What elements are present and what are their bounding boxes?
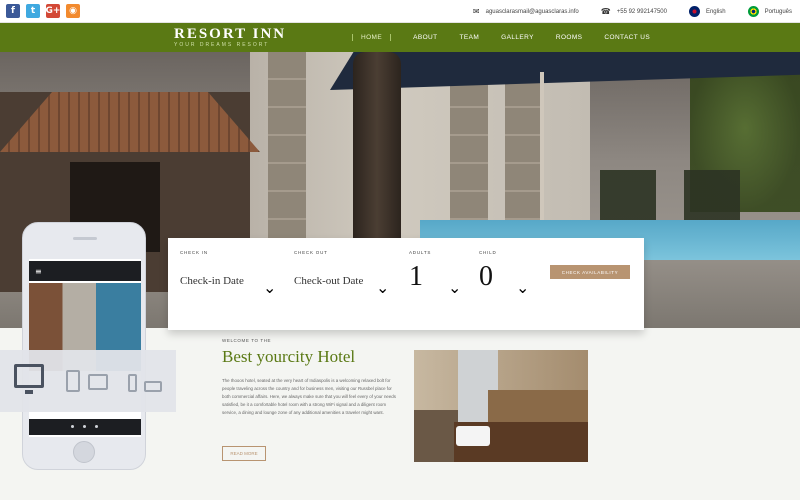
logo-name: RESORT INN [174,26,287,42]
site-logo[interactable]: RESORT INN YOUR DREAMS RESORT [174,26,286,48]
nav-contact-us[interactable]: CONTACT US [604,34,650,41]
twitter-icon[interactable]: t [26,4,40,18]
chevron-down-icon[interactable]: ⌄ [263,278,276,298]
child-label: CHILD [479,250,497,255]
phone-slider-bar [29,419,141,435]
contact-info: ✉ aguasclarasmail@aguasclaras.info ☎ +55… [473,0,792,23]
facebook-icon[interactable]: f [6,4,20,18]
check-in-label: CHECK IN [180,250,208,255]
check-out-label: CHECK OUT [294,250,328,255]
chevron-down-icon[interactable]: ⌄ [516,278,529,298]
check-in-input[interactable]: Check-in Date [180,275,244,287]
read-more-button[interactable]: READ MORE [222,446,266,461]
check-out-field[interactable]: CHECK OUT Check-out Date [294,250,363,287]
child-field[interactable]: CHILD 0 [479,250,497,291]
social-links: f t G+ ◉ [6,4,80,18]
nav-gallery[interactable]: GALLERY [501,34,534,41]
phone-icon: ☎ [600,7,611,16]
check-out-input[interactable]: Check-out Date [294,275,363,287]
adults-value[interactable]: 1 [409,263,431,291]
brazil-flag-icon[interactable] [747,6,759,17]
nav-rooms[interactable]: ROOMS [556,34,583,41]
welcome-label: WELCOME TO THE [222,338,272,343]
phone-mockup: ≡ [22,222,146,470]
nav-about[interactable]: ABOUT [413,34,437,41]
child-value[interactable]: 0 [479,263,497,291]
tablet-portrait-icon[interactable] [66,370,80,392]
main-menu: HOME ABOUT TEAM GALLERY ROOMS CONTACT US [352,23,672,52]
top-bar: f t G+ ◉ ✉ aguasclarasmail@aguasclaras.i… [0,0,800,23]
uk-flag-icon[interactable] [688,6,700,17]
language-portuguese[interactable]: Português [765,9,792,15]
hamburger-menu-icon[interactable]: ≡ [35,268,42,276]
email-link[interactable]: aguasclarasmail@aguasclaras.info [486,9,579,15]
phone-landscape-icon[interactable] [144,381,162,392]
phone-portrait-icon[interactable] [128,374,137,392]
phone-number: +55 92 992147500 [616,8,667,15]
envelope-icon: ✉ [472,7,480,16]
phone-speaker [73,237,97,240]
section-title: Best yourcity Hotel [222,347,356,366]
check-availability-button[interactable]: CHECK AVAILABILITY [550,265,630,279]
kitchen-image [414,350,588,462]
language-english[interactable]: English [706,9,726,15]
rss-icon[interactable]: ◉ [66,4,80,18]
phone-navbar: ≡ [29,261,141,281]
desktop-icon[interactable] [14,364,44,394]
chevron-down-icon[interactable]: ⌄ [448,278,461,298]
main-navbar: RESORT INN YOUR DREAMS RESORT HOME ABOUT… [0,23,800,52]
phone-home-button [73,441,95,463]
adults-field[interactable]: ADULTS 1 [409,250,431,291]
tablet-landscape-icon[interactable] [88,374,108,390]
slider-dots[interactable] [71,425,98,428]
nav-team[interactable]: TEAM [460,34,480,41]
adults-label: ADULTS [409,250,432,255]
intro-paragraph: The Ihooos hotel, seated at the very hea… [222,378,396,415]
logo-tagline: YOUR DREAMS RESORT [174,42,270,48]
lounge-chairs [600,170,740,220]
chevron-down-icon[interactable]: ⌄ [376,278,389,298]
booking-form: CHECK IN Check-in Date ⌄ CHECK OUT Check… [168,238,644,330]
nav-home[interactable]: HOME [352,34,392,41]
googleplus-icon[interactable]: G+ [46,4,60,18]
responsive-devices-panel [0,350,176,412]
check-in-field[interactable]: CHECK IN Check-in Date [180,250,244,287]
